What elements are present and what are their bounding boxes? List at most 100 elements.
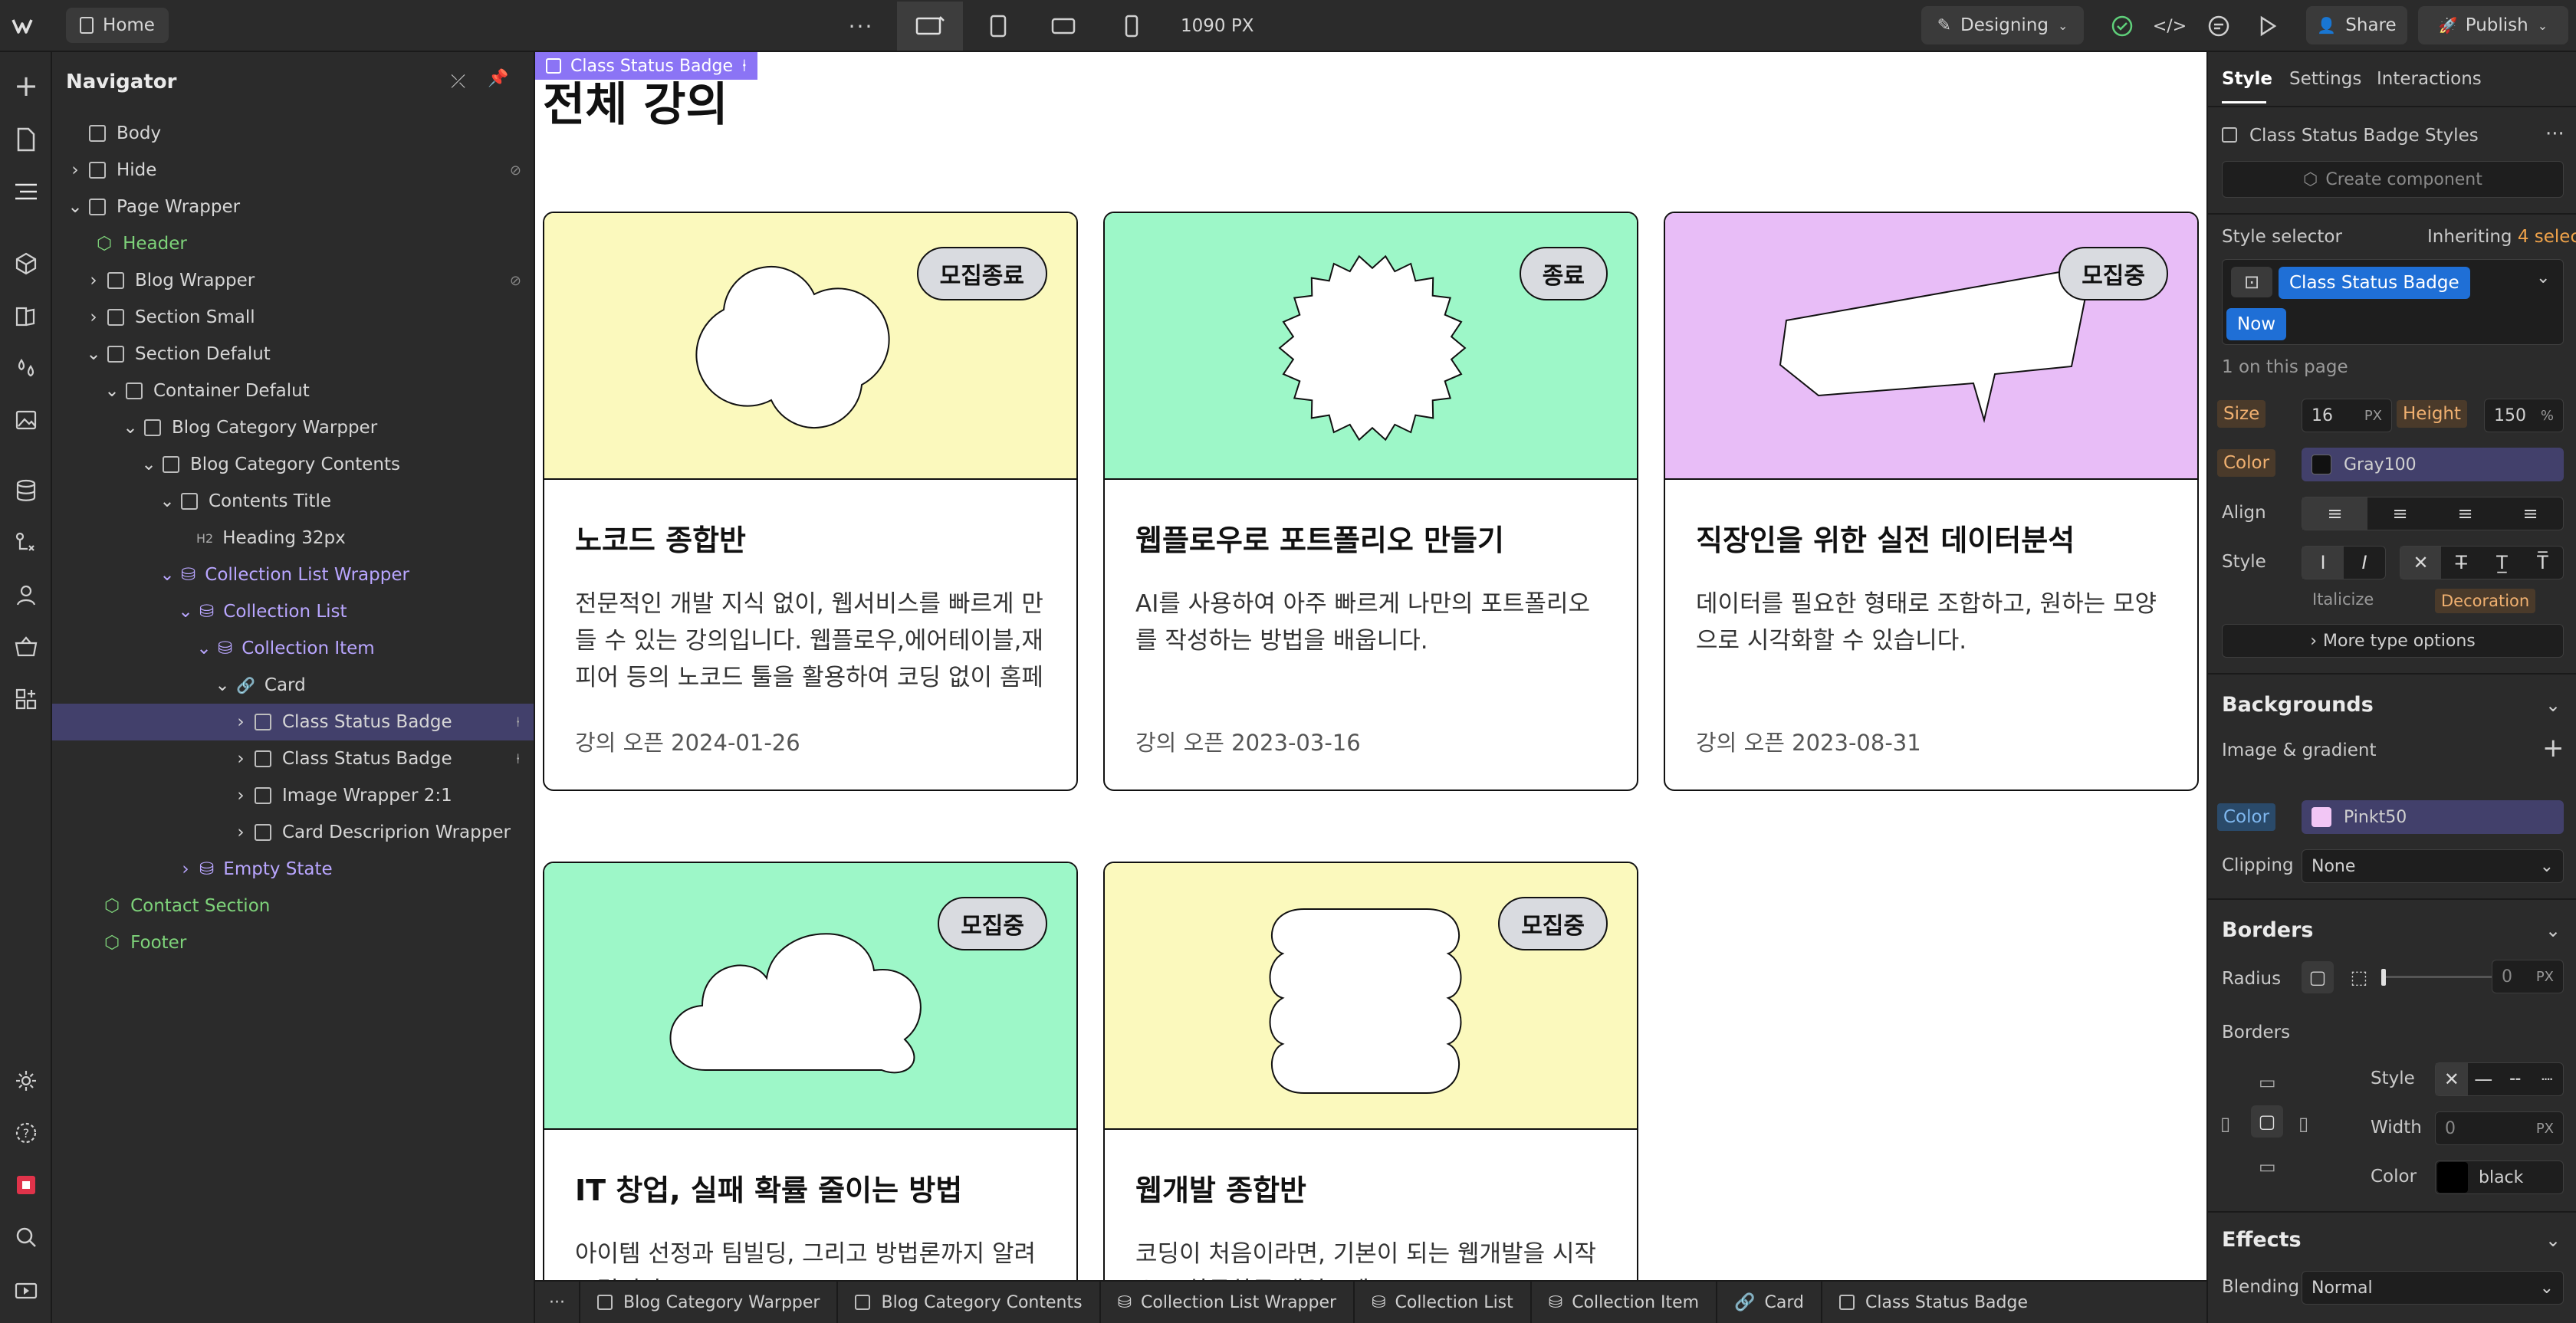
chevron-down-icon[interactable]: ⌄: [178, 602, 193, 622]
radius-all-icon[interactable]: ▢: [2302, 961, 2334, 993]
italic-segmented-control[interactable]: I I: [2302, 546, 2386, 579]
record-icon[interactable]: [11, 1170, 41, 1200]
pin-icon[interactable]: 📌: [488, 69, 508, 88]
design-canvas[interactable]: 전체 강의 Class Status Badge ⍿ 모집종료 노코드 종합반 …: [535, 52, 2206, 1280]
nav-item-section-defalut[interactable]: ⌄ Section Defalut: [52, 336, 534, 373]
border-style-segmented-control[interactable]: ✕ — ╌ ┈: [2435, 1062, 2564, 1096]
nav-item-blog-wrapper[interactable]: › Blog Wrapper ⊘: [52, 262, 534, 299]
course-card[interactable]: 모집중 직장인을 위한 실전 데이터분석 데이터를 필요한 형태로 조합하고, …: [1664, 212, 2199, 791]
bg-color-field[interactable]: Pinkt50: [2302, 800, 2564, 834]
size-input[interactable]: 16 PX: [2302, 399, 2392, 432]
state-chip[interactable]: Now: [2226, 308, 2287, 340]
chevron-down-icon[interactable]: ⌄: [67, 197, 83, 217]
selection-label-tag[interactable]: Class Status Badge ⍿: [535, 52, 757, 80]
align-left-icon[interactable]: ≡: [2302, 497, 2367, 530]
border-dashed-icon[interactable]: ╌: [2499, 1063, 2532, 1095]
tab-interactions[interactable]: Interactions: [2377, 69, 2482, 89]
nav-item-contents-title[interactable]: ⌄ Contents Title: [52, 483, 534, 520]
align-right-icon[interactable]: ≡: [2433, 497, 2498, 530]
breadcrumb-item[interactable]: 🔗 Card: [1717, 1281, 1822, 1323]
breadcrumb-item[interactable]: Blog Category Warpper: [580, 1281, 839, 1323]
nav-item-class-status-badge-selected[interactable]: › Class Status Badge ⍿: [52, 704, 534, 740]
video-tutorials-icon[interactable]: [11, 1274, 41, 1305]
more-options-icon[interactable]: ···: [843, 11, 879, 41]
chevron-right-icon[interactable]: ›: [67, 160, 83, 180]
chevron-down-icon[interactable]: ⌄: [2545, 1229, 2561, 1251]
nav-item-blog-category-warpper[interactable]: ⌄ Blog Category Warpper: [52, 409, 534, 446]
webflow-logo-icon[interactable]: [8, 11, 41, 41]
course-card[interactable]: 모집중 웹개발 종합반 코딩이 처음이라면, 기본이 되는 웹개발을 시작으로 …: [1103, 862, 1638, 1280]
border-top-icon[interactable]: ▭: [2259, 1072, 2276, 1093]
style-guide-icon[interactable]: [11, 300, 41, 331]
course-card[interactable]: 종료 웹플로우로 포트폴리오 만들기 AI를 사용하여 아주 빠르게 나만의 포…: [1103, 212, 1638, 791]
chevron-down-icon[interactable]: ⌄: [215, 675, 230, 695]
chevron-down-icon[interactable]: ⌄: [159, 491, 175, 511]
selector-type-icon[interactable]: ⊡: [2231, 267, 2272, 297]
chevron-down-icon[interactable]: ⌄: [123, 418, 138, 438]
breadcrumb-item[interactable]: Blog Category Contents: [838, 1281, 1101, 1323]
share-button[interactable]: 👤 Share: [2306, 6, 2407, 44]
comments-icon[interactable]: [2203, 11, 2234, 41]
underline-icon[interactable]: T̲: [2482, 547, 2522, 579]
tab-style[interactable]: Style: [2222, 69, 2272, 89]
nav-item-card-description-wrapper[interactable]: › Card Descriprion Wrapper: [52, 814, 534, 851]
breadcrumb-more-icon[interactable]: ···: [535, 1281, 580, 1323]
course-card[interactable]: 모집중 IT 창업, 실패 확률 줄이는 방법 아이템 선정과 팀빌딩, 그리고…: [543, 862, 1078, 1280]
nav-item-contact-section[interactable]: ⬡ Contact Section: [52, 888, 534, 924]
add-icon[interactable]: +: [2542, 733, 2564, 763]
border-none-icon[interactable]: ✕: [2436, 1063, 2468, 1095]
border-left-icon[interactable]: ▯: [2220, 1113, 2230, 1134]
chevron-right-icon[interactable]: ›: [233, 822, 248, 842]
tab-settings[interactable]: Settings: [2289, 69, 2361, 89]
collapse-all-icon[interactable]: ⤫: [451, 71, 465, 92]
nav-item-collection-item[interactable]: ⌄ ⛁ Collection Item: [52, 630, 534, 667]
chevron-right-icon[interactable]: ›: [86, 307, 101, 327]
border-bottom-icon[interactable]: ▭: [2259, 1156, 2276, 1177]
nav-item-page-wrapper[interactable]: ⌄ Page Wrapper: [52, 189, 534, 225]
more-options-icon[interactable]: ···: [2545, 123, 2564, 146]
preview-play-icon[interactable]: [2252, 11, 2283, 41]
eye-hidden-icon[interactable]: ⊘: [510, 273, 521, 289]
chevron-down-icon[interactable]: ⌄: [2545, 694, 2561, 716]
selector-chip[interactable]: Class Status Badge: [2279, 267, 2470, 299]
chevron-right-icon[interactable]: ›: [233, 786, 248, 806]
home-page-button[interactable]: Home: [66, 8, 169, 43]
border-color-field[interactable]: black: [2435, 1160, 2564, 1194]
cms-database-icon[interactable]: [11, 475, 41, 506]
text-color-field[interactable]: Gray100: [2302, 448, 2564, 481]
height-input[interactable]: 150%: [2484, 399, 2564, 432]
breadcrumb-item[interactable]: ⛁ Collection List: [1355, 1281, 1532, 1323]
chevron-right-icon[interactable]: ›: [178, 859, 193, 879]
breadcrumb-item[interactable]: ⛁ Collection List Wrapper: [1101, 1281, 1355, 1323]
border-width-input[interactable]: 0 PX: [2435, 1111, 2564, 1145]
slider-handle[interactable]: [2381, 969, 2386, 986]
logic-icon[interactable]: [11, 527, 41, 558]
nav-item-body[interactable]: Body: [52, 115, 534, 152]
italic-on-icon[interactable]: I: [2344, 547, 2385, 579]
backgrounds-section-title[interactable]: Backgrounds: [2222, 693, 2374, 717]
ecommerce-icon[interactable]: [11, 632, 41, 662]
nav-item-hide[interactable]: › Hide ⊘: [52, 152, 534, 189]
strikethrough-icon[interactable]: T̶: [2441, 547, 2482, 579]
settings-gear-icon[interactable]: [11, 1065, 41, 1096]
breakpoint-desktop-button[interactable]: [897, 2, 963, 51]
nav-item-container-defalut[interactable]: ⌄ Container Defalut: [52, 373, 534, 409]
chevron-right-icon[interactable]: ›: [233, 749, 248, 769]
effects-section-title[interactable]: Effects: [2222, 1228, 2302, 1252]
chevron-down-icon[interactable]: ⌄: [86, 344, 101, 364]
nav-item-class-status-badge[interactable]: › Class Status Badge ⍿: [52, 740, 534, 777]
decoration-none-icon[interactable]: ✕: [2400, 547, 2441, 579]
assets-icon[interactable]: [11, 405, 41, 435]
navigator-icon[interactable]: [11, 176, 41, 207]
class-status-badge[interactable]: 모집중: [1498, 897, 1608, 950]
nav-item-heading-32px[interactable]: H2 Heading 32px: [52, 520, 534, 556]
chevron-down-icon[interactable]: ⌄: [196, 639, 212, 658]
components-icon[interactable]: [11, 248, 41, 279]
nav-item-blog-category-contents[interactable]: ⌄ Blog Category Contents: [52, 446, 534, 483]
align-justify-icon[interactable]: ≡: [2498, 497, 2563, 530]
nav-item-header[interactable]: ⬡ Header: [52, 225, 534, 262]
align-segmented-control[interactable]: ≡ ≡ ≡ ≡: [2302, 497, 2564, 530]
check-status-icon[interactable]: [2107, 11, 2137, 41]
breakpoint-landscape-icon[interactable]: [1047, 11, 1081, 41]
nav-item-card[interactable]: ⌄ 🔗 Card: [52, 667, 534, 704]
